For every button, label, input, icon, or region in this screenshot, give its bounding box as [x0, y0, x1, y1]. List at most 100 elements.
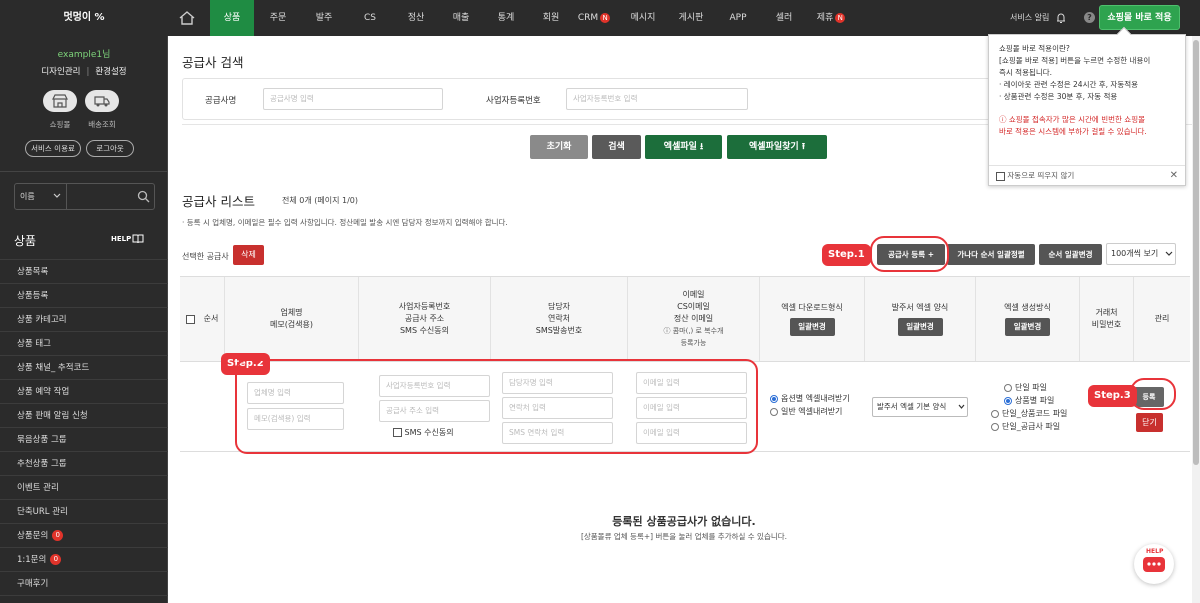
logout-button[interactable]: 로그아웃	[86, 140, 134, 157]
chevron-down-icon	[53, 193, 61, 198]
nav-item[interactable]: 제휴 N	[808, 0, 854, 36]
nav-item-label: 회원	[542, 13, 560, 23]
nav-item[interactable]: CS	[348, 0, 392, 36]
excel-download-button[interactable]: 엑셀파일 ⭳	[645, 135, 722, 159]
nav-item[interactable]: 정산	[394, 0, 438, 36]
nav-item[interactable]: 메시지	[620, 0, 666, 36]
close-icon[interactable]: ✕	[1170, 166, 1178, 186]
design-manage-link[interactable]: 디자인관리	[41, 67, 80, 77]
help-icon[interactable]: ?	[1084, 12, 1095, 23]
nav-item-label: 정산	[407, 13, 425, 23]
chat-icon	[1143, 557, 1165, 572]
excel-upload-button[interactable]: 엑셀파일찾기 ⭱	[727, 135, 827, 159]
col-manager-sms: SMS발송번호	[535, 326, 583, 335]
bell-icon[interactable]	[1055, 12, 1067, 24]
delete-button[interactable]: 삭제	[233, 245, 264, 265]
sidebar-item[interactable]: 상품 태그	[0, 331, 168, 355]
list-title: 공급사 리스트	[182, 194, 255, 209]
delivery-track-button[interactable]	[85, 90, 119, 112]
dl-option-per-option[interactable]: 옵션별 엑셀내려받기	[770, 393, 850, 404]
nav-item[interactable]: 매출	[439, 0, 483, 36]
nav-item[interactable]: 발주	[302, 0, 346, 36]
biz-number-input[interactable]: 사업자등록번호 입력	[566, 88, 748, 110]
col-excel-gen: 엑셀 생성방식 일괄변경	[976, 277, 1080, 361]
home-icon[interactable]	[178, 10, 196, 26]
supplier-name-input[interactable]: 공급사명 입력	[263, 88, 443, 110]
nav-item[interactable]: 통계	[484, 0, 528, 36]
tooltip-line: · 레이아웃 관련 수정은 24시간 후, 자동적용	[999, 80, 1139, 89]
col-biz-sms: SMS 수신동의	[399, 326, 450, 335]
help-label[interactable]: HELP	[111, 235, 131, 243]
sidebar-item-label: 상품 예약 작업	[17, 387, 70, 397]
sidebar-item[interactable]: 상품목록	[0, 259, 168, 283]
nav-item[interactable]: 회원	[529, 0, 573, 36]
sort-alpha-button[interactable]: 가나다 순서 일괄정렬	[947, 244, 1035, 265]
reset-button[interactable]: 초기화	[530, 135, 588, 159]
gen-option-single-supplier[interactable]: 단일_공급사 파일	[991, 421, 1060, 432]
selected-supplier-label: 선택한 공급사	[182, 252, 229, 261]
nav-item[interactable]: APP	[716, 0, 760, 36]
sidebar-item[interactable]: 상품문의 0	[0, 523, 168, 547]
nav-item-label: CS	[364, 13, 376, 23]
nav-item[interactable]: 게시판	[668, 0, 714, 36]
excel-gen-bulk-button[interactable]: 일괄변경	[1005, 318, 1050, 336]
scrollbar[interactable]	[1192, 36, 1200, 603]
sidebar-item[interactable]: 묶음상품 그룹	[0, 427, 168, 451]
radio-selected[interactable]	[1004, 396, 1012, 405]
sidebar-item-label: 상품목록	[17, 267, 49, 277]
radio[interactable]	[1004, 383, 1012, 392]
order-form-select[interactable]: 발주서 엑셀 기본 양식	[872, 397, 968, 417]
new-badge: N	[835, 12, 846, 23]
chevron-down-icon	[958, 404, 965, 409]
col-manage: 관리	[1134, 277, 1190, 361]
settings-link[interactable]: 환경설정	[95, 67, 126, 77]
shop-button[interactable]	[43, 90, 77, 112]
sidebar-item[interactable]: 상품 채널_ 추적코드	[0, 355, 168, 379]
sidebar-item[interactable]: 구매후기	[0, 571, 168, 595]
search-button[interactable]: 검색	[592, 135, 641, 159]
search-type-select[interactable]: 이름	[15, 184, 67, 209]
page-size-select[interactable]: 100개씩 보기	[1106, 243, 1176, 265]
gen-option-single[interactable]: 단일 파일	[1004, 382, 1047, 393]
radio[interactable]	[991, 422, 999, 431]
help-chat-button[interactable]: HELP	[1134, 544, 1174, 584]
sidebar-item-label: 이벤트 관리	[17, 483, 59, 493]
sidebar-links: 디자인관리 | 환경설정	[41, 67, 127, 77]
search-icon[interactable]	[137, 190, 150, 203]
nav-item[interactable]: CRM N	[571, 0, 617, 36]
service-alert-link[interactable]: 서비스 알림	[1010, 0, 1049, 36]
radio-selected[interactable]	[770, 394, 778, 403]
apply-shop-button[interactable]: 쇼핑몰 바로 적용	[1099, 5, 1180, 30]
nav-item[interactable]: 셀러	[762, 0, 806, 36]
dont-show-checkbox[interactable]	[996, 171, 1005, 181]
close-row-button[interactable]: 닫기	[1136, 413, 1163, 432]
gen-option-per-product[interactable]: 상품별 파일	[1004, 395, 1054, 406]
dl-option-general[interactable]: 일반 엑셀내려받기	[770, 406, 842, 417]
book-icon[interactable]	[132, 234, 144, 244]
sidebar-item[interactable]: 상품 카테고리	[0, 307, 168, 331]
nav-item[interactable]: 주문	[256, 0, 300, 36]
radio[interactable]	[770, 407, 778, 416]
col-company: 업체명 메모(검색용)	[225, 277, 359, 361]
sidebar-item[interactable]: 1:1문의 0	[0, 547, 168, 571]
sidebar-item[interactable]: 상품 예약 작업	[0, 379, 168, 403]
radio[interactable]	[991, 409, 999, 418]
excel-dl-bulk-button[interactable]: 일괄변경	[789, 318, 835, 336]
col-biz-number: 사업자등록번호	[398, 302, 451, 311]
logo[interactable]: 멋멍이 %	[0, 0, 168, 36]
order-excel-bulk-button[interactable]: 일괄변경	[897, 318, 943, 336]
sidebar-item[interactable]: 이벤트 관리	[0, 475, 168, 499]
sidebar-item[interactable]: 상품등록	[0, 283, 168, 307]
col-email-settle: 정산 이메일	[673, 314, 714, 323]
sidebar-item[interactable]: 단축URL 관리	[0, 499, 168, 523]
sidebar-item[interactable]: 상품 판매 알림 신청	[0, 403, 168, 427]
sidebar-item[interactable]: 구매후기 목록	[0, 595, 168, 603]
service-fee-button[interactable]: 서비스 이용료	[25, 140, 81, 157]
gen-option-single-code[interactable]: 단일_상품코드 파일	[991, 408, 1067, 419]
bulk-order-button[interactable]: 순서 일괄변경	[1039, 244, 1102, 265]
select-all-checkbox[interactable]	[185, 314, 195, 324]
sidebar-item[interactable]: 추천상품 그룹	[0, 451, 168, 475]
step1-badge: Step.1	[822, 244, 871, 266]
scrollbar-thumb[interactable]	[1193, 40, 1199, 465]
nav-item[interactable]: 상품	[210, 0, 254, 36]
